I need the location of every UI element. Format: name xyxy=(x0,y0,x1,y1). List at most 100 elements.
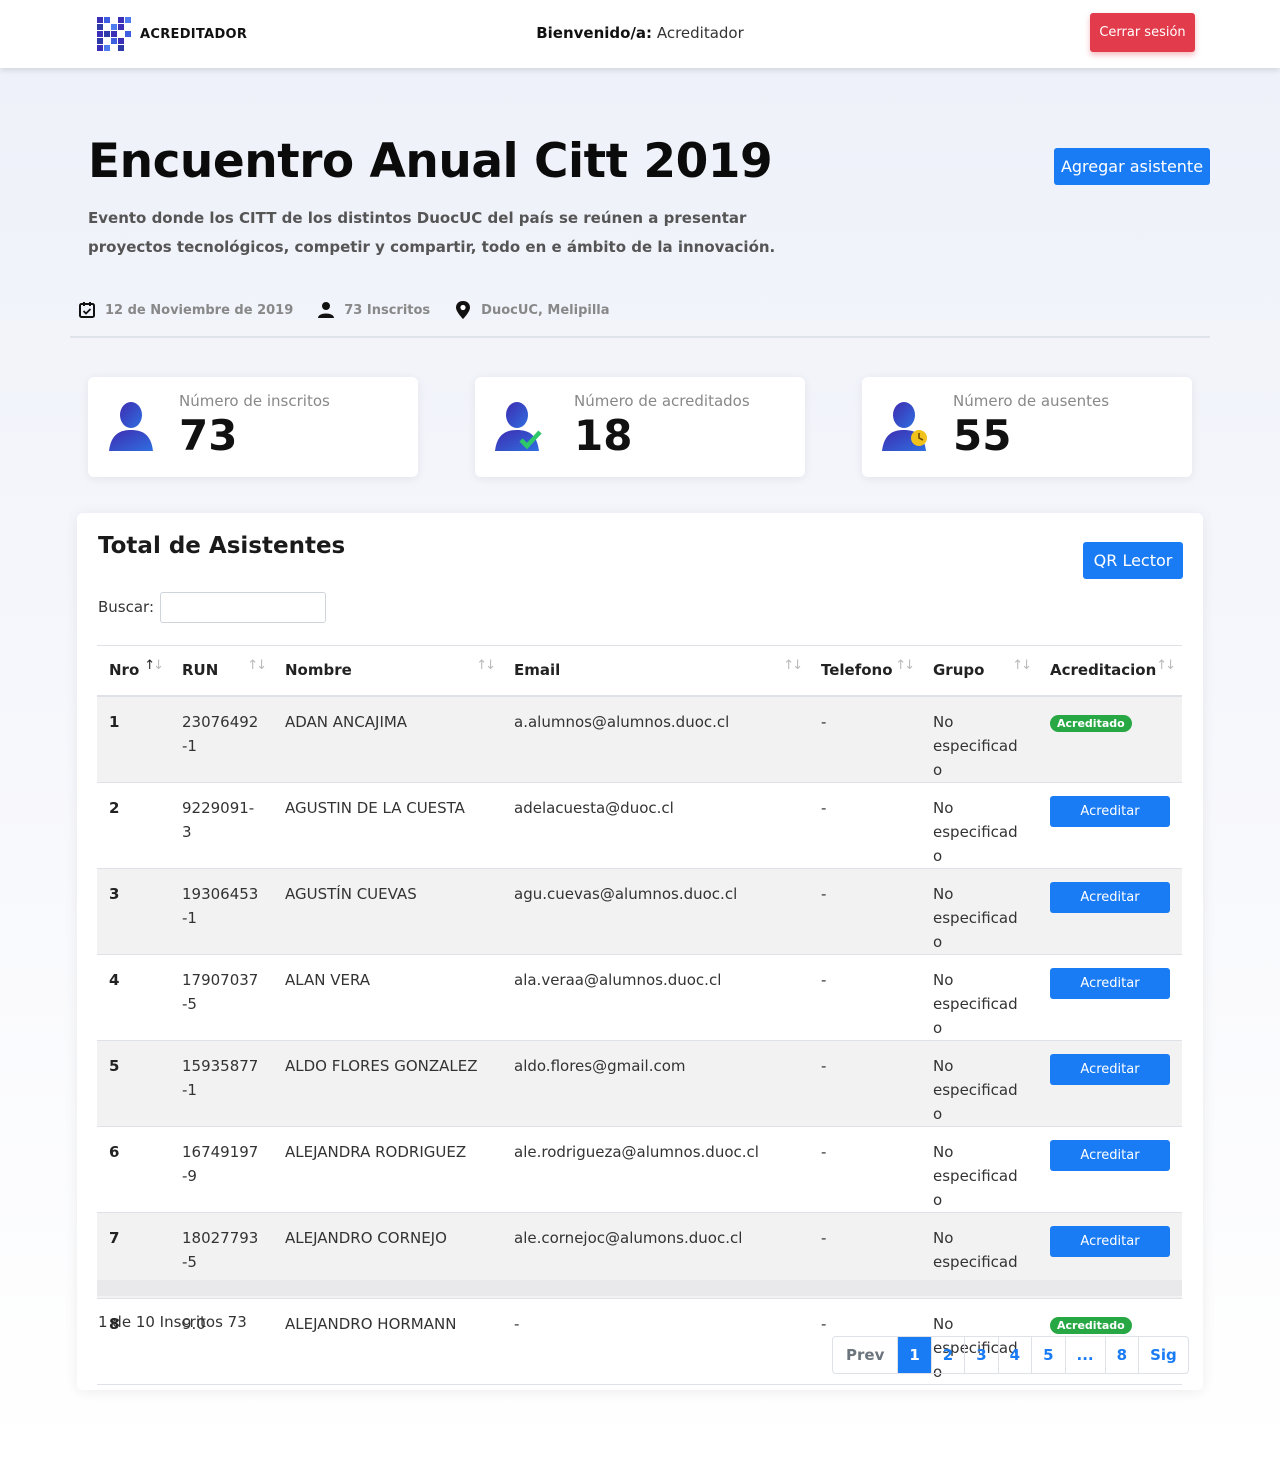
sort-icon[interactable]: ↑↓ xyxy=(895,658,915,673)
cell-nombre: AGUSTIN DE LA CUESTA xyxy=(285,798,465,817)
column-header-email[interactable]: Email ↑↓ xyxy=(502,646,809,696)
page-link-3[interactable]: 3 xyxy=(964,1337,997,1373)
search-label: Buscar: xyxy=(98,598,155,616)
accredit-button[interactable]: Acreditar xyxy=(1050,1053,1170,1085)
cell-run: 16749197-9 xyxy=(182,1142,259,1185)
event-date-text: 12 de Noviembre de 2019 xyxy=(105,302,294,318)
cell-nro: 4 xyxy=(109,970,120,989)
column-header-nombre[interactable]: Nombre ↑↓ xyxy=(273,646,502,696)
cell-nro: 8 xyxy=(109,1314,120,1333)
cell-telefono: - xyxy=(821,712,827,731)
column-header-telefono[interactable]: Telefono ↑↓ xyxy=(809,646,921,696)
cell-nro: 5 xyxy=(109,1056,120,1075)
column-header-label: Nombre xyxy=(285,661,352,680)
table-row: 4 17907037-5 ALAN VERA ala.veraa@alumnos.du… xyxy=(97,954,1182,1040)
horizontal-scrollbar[interactable] xyxy=(97,1280,1182,1296)
column-header-grupo[interactable]: Grupo ↑↓ xyxy=(921,646,1038,696)
qr-reader-button[interactable]: QR Lector xyxy=(1083,542,1183,579)
accredit-button[interactable]: Acreditar xyxy=(1050,1225,1170,1257)
column-header-label: Telefono xyxy=(821,661,893,680)
sort-icon[interactable]: ↑↓ xyxy=(1012,658,1032,673)
table-row: 3 19306453-1 AGUSTÍN CUEVAS agu.cuevas@alum… xyxy=(97,868,1182,954)
event-description: Evento donde los CITT de los distintos D… xyxy=(88,209,776,256)
accredit-button[interactable]: Acreditar xyxy=(1050,967,1170,999)
column-header-nro[interactable]: Nro ↑↓ xyxy=(97,646,170,696)
cell-run: 9229091-3 xyxy=(182,798,255,841)
search-input[interactable] xyxy=(160,592,326,623)
table-row: 1 23076492-1 ADAN ANCAJIMA a.alumnos@alumno… xyxy=(97,695,1182,782)
cell-run: 15935877-1 xyxy=(182,1056,259,1099)
cell-email: ala.veraa@alumnos.duoc.cl xyxy=(514,970,722,989)
cell-nombre: ALAN VERA xyxy=(285,970,371,989)
table-row: 6 16749197-9 ALEJANDRA RODRIGUEZ ale.rodrig… xyxy=(97,1126,1182,1212)
accredit-button[interactable]: Acreditar xyxy=(1050,881,1170,913)
cell-nombre: ADAN ANCAJIMA xyxy=(285,712,408,731)
table-info: 1 de 10 Inscritos 73 xyxy=(98,1313,247,1331)
cell-email: a.alumnos@alumnos.duoc.cl xyxy=(514,712,730,731)
sort-icon[interactable]: ↑↓ xyxy=(783,658,803,673)
cell-telefono: - xyxy=(821,884,827,903)
stat-value: 73 xyxy=(179,411,238,460)
top-navbar: ACREDITADOR Bienvenido/a: Acreditador Ce… xyxy=(0,0,1280,68)
sort-icon[interactable]: ↑↓ xyxy=(247,658,267,673)
attendees-panel: Total de Asistentes QR Lector Buscar: Nr… xyxy=(77,513,1203,1390)
stat-label: Número de ausentes xyxy=(953,392,1110,410)
cell-telefono: - xyxy=(821,970,827,989)
column-header-acreditacion[interactable]: Acreditacion ↑↓ xyxy=(1038,646,1182,696)
event-registered: 73 Inscritos xyxy=(317,301,430,319)
map-pin-icon xyxy=(456,301,471,319)
accredit-button[interactable]: Acreditar xyxy=(1050,795,1170,827)
stat-label: Número de acreditados xyxy=(574,392,750,410)
event-location-text: DuocUC, Melipilla xyxy=(481,302,610,318)
sort-icon[interactable]: ↑↓ xyxy=(476,658,496,673)
column-header-run[interactable]: RUN ↑↓ xyxy=(170,646,273,696)
table-row: 5 15935877-1 ALDO FLORES GONZALEZ aldo.flor… xyxy=(97,1040,1182,1126)
accredit-button[interactable]: Acreditar xyxy=(1050,1139,1170,1171)
cell-email: agu.cuevas@alumnos.duoc.cl xyxy=(514,884,738,903)
user-check-icon xyxy=(495,402,542,451)
page-link-1[interactable]: 1 xyxy=(897,1337,931,1373)
page-ellipsis: ... xyxy=(1064,1337,1105,1373)
cell-grupo: No especificado xyxy=(933,970,1018,1037)
cell-run: 23076492-1 xyxy=(182,712,259,755)
page-link-5[interactable]: 5 xyxy=(1031,1337,1064,1373)
stat-value: 55 xyxy=(953,411,1012,460)
cell-nro: 1 xyxy=(109,712,120,731)
stat-value: 18 xyxy=(574,411,633,460)
event-title: Encuentro Anual Citt 2019 xyxy=(88,134,773,189)
cell-email: aldo.flores@gmail.com xyxy=(514,1056,686,1075)
attendees-table: Nro ↑↓ RUN ↑↓ Nombre ↑↓ Email ↑↓ Telefono ↑↓ … xyxy=(97,645,1182,1385)
section-divider xyxy=(70,336,1210,338)
prev-page-button[interactable]: Prev xyxy=(833,1337,897,1373)
logout-button[interactable]: Cerrar sesión xyxy=(1090,13,1195,52)
cell-nro: 3 xyxy=(109,884,120,903)
column-header-label: RUN xyxy=(182,661,219,680)
table-row: 2 9229091-3 AGUSTIN DE LA CUESTA adelacuest… xyxy=(97,782,1182,868)
cell-nombre: ALEJANDRA RODRIGUEZ xyxy=(285,1142,467,1161)
add-attendee-button[interactable]: Agregar asistente xyxy=(1054,148,1210,185)
cell-run: 9.0 xyxy=(182,1314,206,1333)
sort-icon[interactable]: ↑↓ xyxy=(1156,658,1176,673)
event-location: DuocUC, Melipilla xyxy=(454,300,610,320)
sort-asc-icon[interactable]: ↑↓ xyxy=(144,658,164,673)
accredited-badge: Acreditado xyxy=(1050,714,1132,732)
event-meta: 12 de Noviembre de 2019 73 Inscritos Duo… xyxy=(78,300,634,320)
cell-acreditacion: Acreditar xyxy=(1038,1126,1182,1212)
event-registered-text: 73 Inscritos xyxy=(344,302,431,318)
page-link-2[interactable]: 2 xyxy=(930,1337,964,1373)
page-link-8[interactable]: 8 xyxy=(1104,1337,1138,1373)
welcome-user: Acreditador xyxy=(656,24,744,42)
cell-acreditacion: Acreditar xyxy=(1038,1040,1182,1126)
column-header-label: Acreditacion xyxy=(1050,661,1157,680)
cell-run: 17907037-5 xyxy=(182,970,259,1013)
user-icon xyxy=(318,302,335,318)
table-header-row: Nro ↑↓ RUN ↑↓ Nombre ↑↓ Email ↑↓ Telefono ↑↓ … xyxy=(97,645,1182,696)
cell-grupo: No especificado xyxy=(933,884,1018,951)
cell-acreditacion: Acreditar xyxy=(1038,868,1182,954)
cell-email: adelacuesta@duoc.cl xyxy=(514,798,674,817)
next-page-button[interactable]: Sig xyxy=(1138,1337,1188,1373)
stat-label: Número de inscritos xyxy=(179,392,330,410)
page-link-4[interactable]: 4 xyxy=(997,1337,1031,1373)
cell-telefono: - xyxy=(821,1056,827,1075)
cell-acreditacion: Acreditar xyxy=(1038,782,1182,868)
